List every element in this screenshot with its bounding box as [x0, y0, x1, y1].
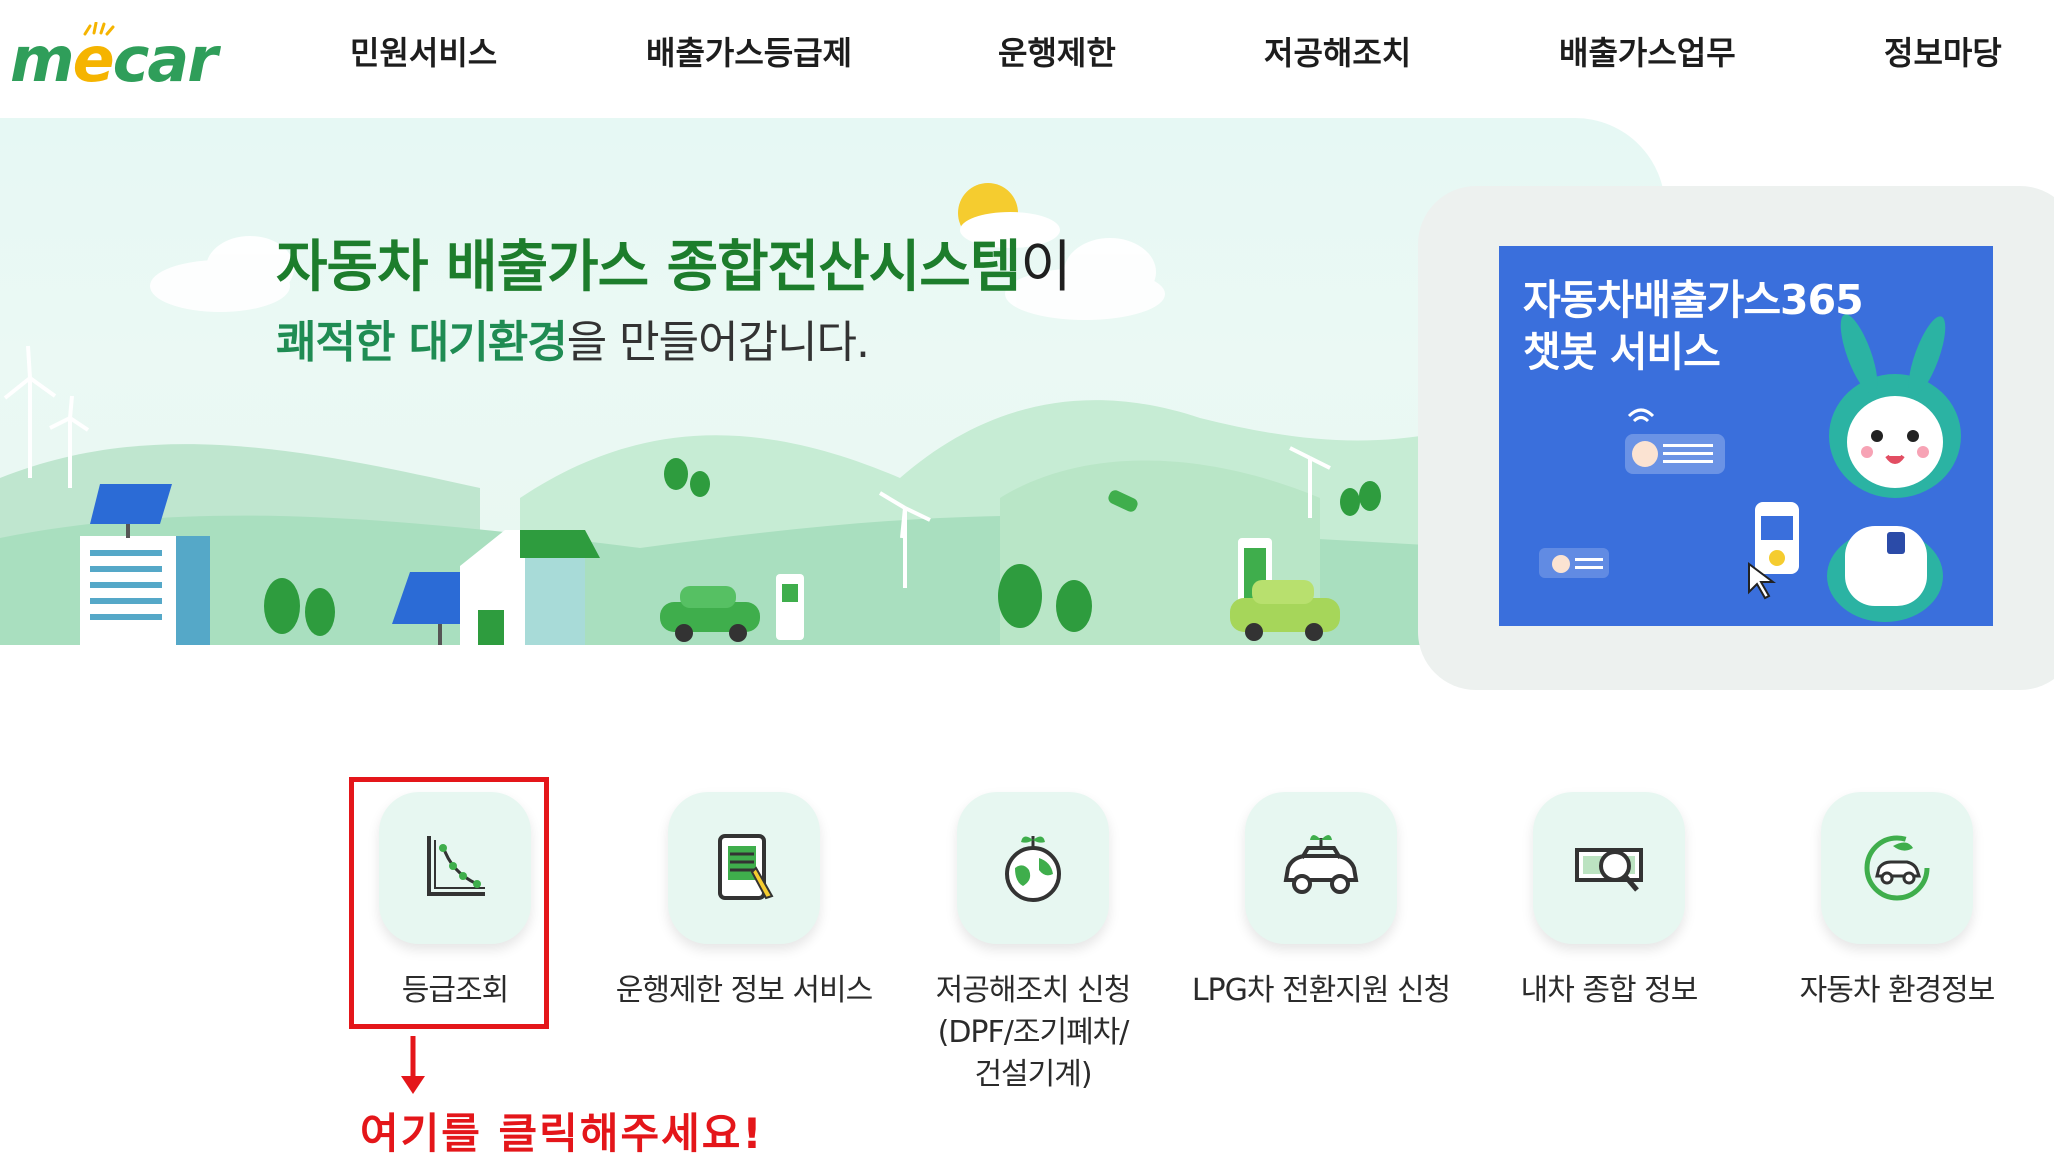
chatbot-banner-title: 자동차배출가스365 챗봇 서비스 — [1523, 274, 1864, 378]
service-icon-tile — [1245, 792, 1397, 944]
click-here-annotation: 여기를 클릭해주세요! — [360, 1109, 764, 1158]
service-my-car-info[interactable]: 내차 종합 정보 — [1459, 792, 1759, 1012]
nav-civil-service[interactable]: 민원서비스 — [350, 24, 497, 82]
hero-title-tail: 이 — [1020, 235, 1072, 300]
nav-info[interactable]: 정보마당 — [1884, 24, 2002, 82]
hero-landscape-illustration — [0, 183, 1665, 645]
nav-emission-grade[interactable]: 배출가스등급제 — [646, 24, 852, 82]
money-search-icon — [1575, 848, 1643, 892]
main-nav: 민원서비스 배출가스등급제 운행제한 저공해조치 배출가스업무 정보마당 — [0, 24, 2054, 82]
nav-driving-restriction[interactable]: 운행제한 — [998, 24, 1116, 82]
service-vehicle-environment-info[interactable]: 자동차 환경정보 — [1747, 792, 2047, 1012]
hero-title: 자동차 배출가스 종합전산시스템이 — [276, 222, 1072, 303]
eco-car-icon — [1283, 835, 1359, 894]
eco-globe-icon — [1005, 836, 1061, 902]
hero-subtitle-main: 쾌적한 대기환경 — [276, 317, 568, 368]
service-low-emission-application[interactable]: 저공해조치 신청 (DPF/조기폐차/ 건설기계) — [883, 792, 1183, 1096]
nav-emission-work[interactable]: 배출가스업무 — [1559, 24, 1736, 82]
service-lpg-conversion[interactable]: LPG차 전환지원 신청 — [1171, 792, 1471, 1012]
clipboard-icon — [718, 834, 774, 900]
chatbot-banner-line2: 챗봇 서비스 — [1523, 328, 1721, 376]
service-label: 운행제한 정보 서비스 — [615, 973, 873, 1008]
service-icon-tile — [957, 792, 1109, 944]
site-header: m e car 민원서비스 배출가스등급제 운행제한 저공해조치 배출가스업무 정보… — [0, 0, 2054, 118]
arrow-down-icon — [401, 1036, 425, 1094]
service-label: 내차 종합 정보 — [1520, 973, 1699, 1008]
service-driving-restriction-info[interactable]: 운행제한 정보 서비스 — [594, 792, 894, 1012]
green-car-icon — [1864, 835, 1930, 901]
hero-subtitle-tail: 을 만들어갑니다. — [566, 317, 870, 368]
service-label: LPG차 전환지원 신청 — [1191, 973, 1451, 1008]
chatbot-banner-line1: 자동차배출가스365 — [1523, 276, 1864, 324]
service-icon-tile — [1533, 792, 1685, 944]
highlight-box — [349, 777, 549, 1029]
chatbot-banner[interactable]: 자동차배출가스365 챗봇 서비스 — [1499, 246, 1993, 626]
hero-title-main: 자동차 배출가스 종합전산시스템 — [276, 235, 1021, 300]
hero-banner: 자동차 배출가스 종합전산시스템이 쾌적한 대기환경을 만들어갑니다. — [0, 118, 1665, 645]
nav-low-emission[interactable]: 저공해조치 — [1264, 24, 1411, 82]
service-label: 자동차 환경정보 — [1799, 973, 1996, 1008]
service-icon-tile — [668, 792, 820, 944]
hero-subtitle: 쾌적한 대기환경을 만들어갑니다. — [276, 306, 870, 370]
service-label: 저공해조치 신청 (DPF/조기폐차/ 건설기계) — [935, 973, 1132, 1092]
service-icon-tile — [1821, 792, 1973, 944]
